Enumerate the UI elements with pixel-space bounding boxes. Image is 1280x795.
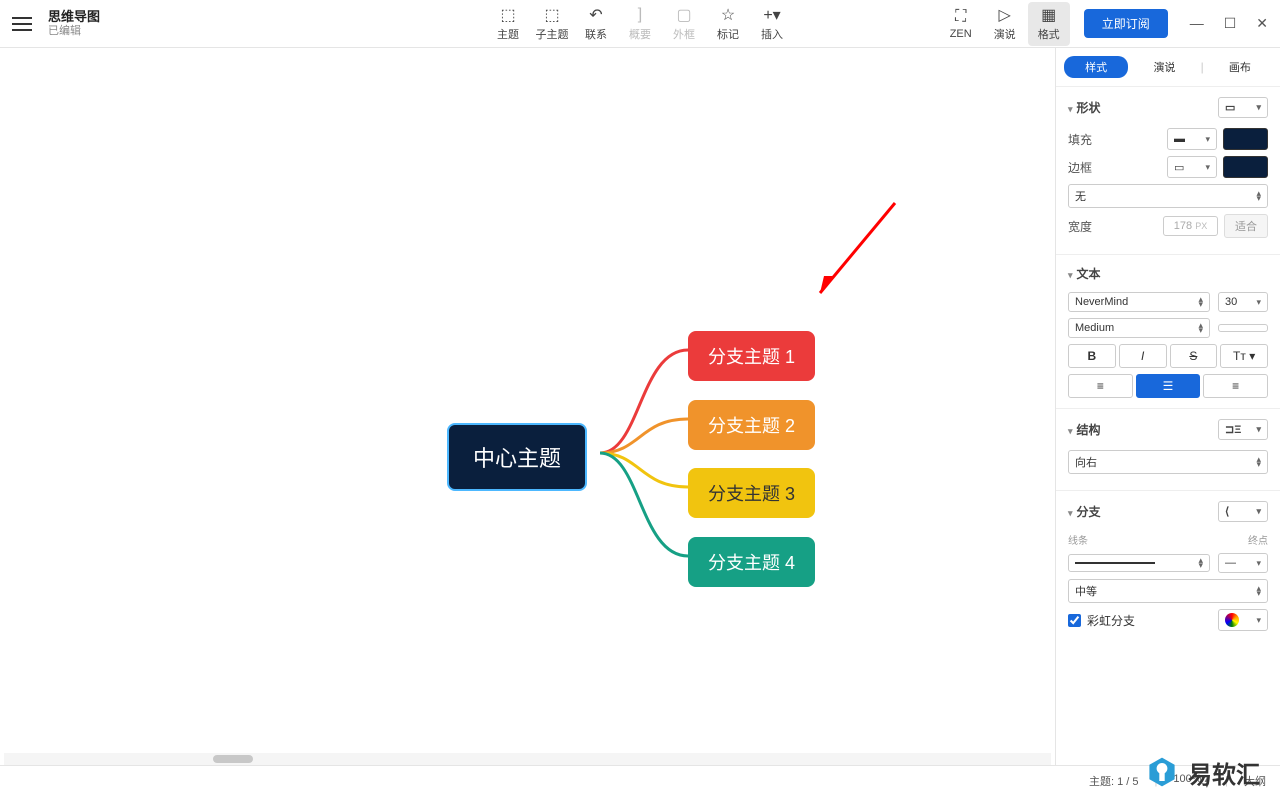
branch-topic-2[interactable]: 分支主题 2 — [688, 400, 815, 450]
border-color-swatch[interactable] — [1223, 156, 1268, 178]
doc-title: 思维导图 — [48, 9, 100, 25]
chevron-down-icon[interactable]: ▾ — [1068, 426, 1073, 436]
section-branch: ▾ 分支 ⟨ ▾ 线条 终点 ▴▾ — ▾ 中等▴▾ 彩虹分支 ▾ — [1056, 490, 1280, 647]
connectors — [0, 48, 1055, 765]
star-icon: ☆ — [721, 6, 735, 24]
text-color-swatch[interactable] — [1218, 324, 1268, 332]
insert-button[interactable]: +▾插入 — [751, 2, 793, 46]
branch-topic-3[interactable]: 分支主题 3 — [688, 468, 815, 518]
border-label: 边框 — [1068, 159, 1092, 176]
thickness-select[interactable]: 中等▴▾ — [1068, 579, 1268, 603]
section-shape: ▾ 形状 ▭ ▾ 填充 ▬ ▾ 边框 ▭ ▾ 无▴▾ 宽度 178 PX 适合 — [1056, 86, 1280, 254]
doc-status: 已编辑 — [48, 25, 100, 38]
align-right-button[interactable]: ≡ — [1203, 374, 1268, 398]
summary-icon: ] — [638, 6, 642, 24]
branch-icon-select[interactable]: ⟨ ▾ — [1218, 501, 1268, 522]
summary-button: ]概要 — [619, 2, 661, 46]
width-label: 宽度 — [1068, 218, 1092, 235]
tab-style[interactable]: 样式 — [1064, 56, 1128, 78]
text-title: 文本 — [1077, 267, 1101, 281]
topic-icon: ⬚ — [500, 6, 515, 24]
horizontal-scrollbar[interactable] — [4, 753, 1051, 765]
rainbow-checkbox[interactable] — [1068, 614, 1081, 627]
status-bar: 主题: 1 / 5 | 100% ▴▾ | 大纲 — [0, 765, 1280, 795]
structure-title: 结构 — [1077, 423, 1101, 437]
branch-topic-4[interactable]: 分支主题 4 — [688, 537, 815, 587]
central-topic[interactable]: 中心主题 — [447, 423, 587, 491]
width-input[interactable]: 178 PX — [1163, 216, 1218, 236]
boundary-icon: ▢ — [676, 6, 691, 24]
format-icon: ▦ — [1041, 6, 1056, 24]
topic-button[interactable]: ⬚主题 — [487, 2, 529, 46]
title-block: 思维导图 已编辑 — [48, 9, 100, 38]
minimize-icon[interactable]: — — [1190, 15, 1204, 32]
strike-button[interactable]: S — [1170, 344, 1218, 368]
rainbow-label: 彩虹分支 — [1087, 612, 1135, 629]
end-label: 终点 — [1248, 532, 1268, 547]
chevron-down-icon[interactable]: ▾ — [1068, 104, 1073, 114]
panel-tabs: 样式 演说 | 画布 — [1056, 48, 1280, 86]
maximize-icon[interactable]: ☐ — [1224, 15, 1237, 32]
app-header: 思维导图 已编辑 ⬚主题 ⬚子主题 ↶联系 ]概要 ▢外框 ☆标记 +▾插入 ⛶… — [0, 0, 1280, 48]
subtopic-button[interactable]: ⬚子主题 — [531, 2, 573, 46]
boundary-button: ▢外框 — [663, 2, 705, 46]
tab-separator: | — [1201, 60, 1204, 74]
toolbar-center: ⬚主题 ⬚子主题 ↶联系 ]概要 ▢外框 ☆标记 +▾插入 — [487, 2, 793, 46]
format-panel: 样式 演说 | 画布 ▾形状 ▭ ▾ 填充 ▬ ▾ 边框 ▭ ▾ 无▴▾ 宽 — [1055, 48, 1280, 765]
subtopic-icon: ⬚ — [544, 6, 559, 24]
rainbow-color-select[interactable]: ▾ — [1218, 609, 1268, 631]
close-icon[interactable]: ✕ — [1256, 15, 1268, 32]
zen-button[interactable]: ⛶ZEN — [940, 4, 982, 44]
branch-title: 分支 — [1077, 505, 1101, 519]
pitch-button[interactable]: ▷演说 — [984, 2, 1026, 46]
toolbar-right: ⛶ZEN ▷演说 ▦格式 立即订阅 — ☐ ✕ — [940, 2, 1268, 46]
subscribe-button[interactable]: 立即订阅 — [1084, 9, 1168, 38]
chevron-down-icon[interactable]: ▾ — [1068, 270, 1073, 280]
plus-icon: +▾ — [763, 6, 780, 24]
pitch-icon: ▷ — [999, 6, 1011, 24]
section-structure: ▾ 结构 ⊐Ξ ▾ 向右▴▾ — [1056, 408, 1280, 490]
chevron-down-icon[interactable]: ▾ — [1068, 508, 1073, 518]
watermark-text: 易软汇 — [1188, 755, 1260, 790]
tab-canvas[interactable]: 画布 — [1208, 56, 1272, 78]
canvas[interactable]: 中心主题 分支主题 1 分支主题 2 分支主题 3 分支主题 4 — [0, 48, 1055, 765]
fill-color-swatch[interactable] — [1223, 128, 1268, 150]
bold-button[interactable]: B — [1068, 344, 1116, 368]
shape-title: 形状 — [1077, 101, 1101, 115]
fit-button[interactable]: 适合 — [1224, 214, 1268, 238]
relation-icon: ↶ — [589, 6, 602, 24]
format-button[interactable]: ▦格式 — [1028, 2, 1070, 46]
size-select[interactable]: 30▾ — [1218, 292, 1268, 312]
line-style-select[interactable]: ▴▾ — [1068, 554, 1210, 573]
section-text: ▾文本 NeverMind▴▾ 30▾ Medium▴▾ B I S Tᴛ ▾ … — [1056, 254, 1280, 408]
structure-icon-select[interactable]: ⊐Ξ ▾ — [1218, 419, 1268, 440]
shape-select[interactable]: ▭ ▾ — [1218, 97, 1268, 118]
marker-button[interactable]: ☆标记 — [707, 2, 749, 46]
scroll-thumb[interactable] — [213, 755, 253, 763]
italic-button[interactable]: I — [1119, 344, 1167, 368]
watermark: 易软汇 — [1144, 754, 1260, 790]
line-label: 线条 — [1068, 532, 1088, 547]
tab-pitch[interactable]: 演说 — [1132, 56, 1196, 78]
line-select[interactable]: 无▴▾ — [1068, 184, 1268, 208]
watermark-logo-icon — [1144, 754, 1180, 790]
font-select[interactable]: NeverMind▴▾ — [1068, 292, 1210, 312]
align-left-button[interactable]: ≡ — [1068, 374, 1133, 398]
direction-select[interactable]: 向右▴▾ — [1068, 450, 1268, 474]
topic-count: 主题: 1 / 5 — [1089, 773, 1139, 789]
weight-select[interactable]: Medium▴▾ — [1068, 318, 1210, 338]
menu-icon[interactable] — [12, 14, 32, 34]
fill-label: 填充 — [1068, 131, 1092, 148]
border-style-select[interactable]: ▭ ▾ — [1167, 156, 1217, 178]
branch-topic-1[interactable]: 分支主题 1 — [688, 331, 815, 381]
window-controls: — ☐ ✕ — [1190, 15, 1268, 32]
align-center-button[interactable]: ☰ — [1136, 374, 1201, 398]
zen-icon: ⛶ — [955, 8, 966, 26]
end-style-select[interactable]: — ▾ — [1218, 553, 1268, 573]
textcase-button[interactable]: Tᴛ ▾ — [1220, 344, 1268, 368]
fill-style-select[interactable]: ▬ ▾ — [1167, 128, 1217, 150]
relationship-button[interactable]: ↶联系 — [575, 2, 617, 46]
